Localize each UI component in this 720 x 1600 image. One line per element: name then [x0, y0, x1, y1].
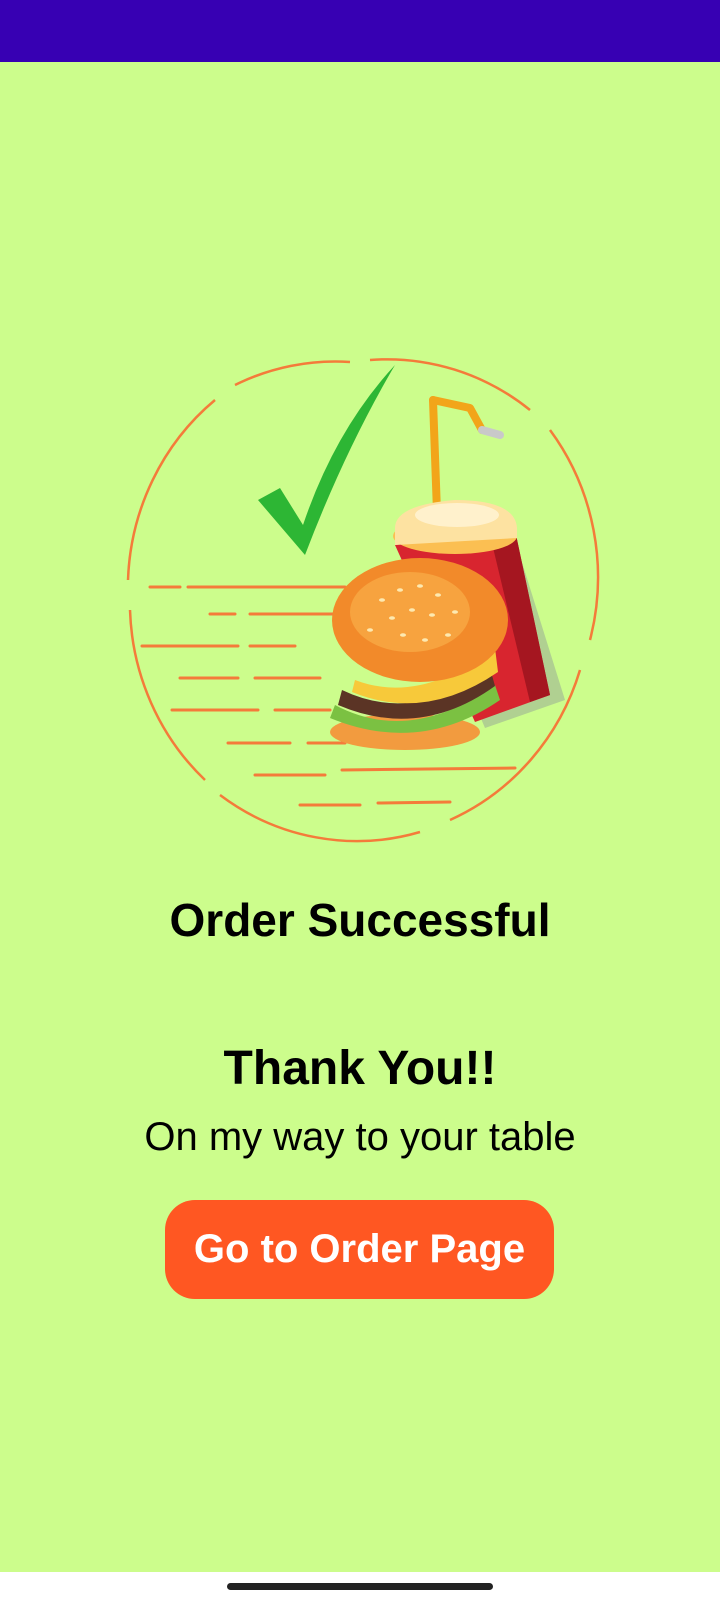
status-bar [0, 0, 720, 62]
check-mark-icon [258, 365, 395, 555]
order-success-title: Order Successful [169, 894, 551, 946]
home-indicator[interactable] [227, 1583, 493, 1590]
go-to-order-page-button[interactable]: Go to Order Page [165, 1200, 554, 1299]
navigation-bar [0, 1572, 720, 1600]
thank-you-heading: Thank You!! [223, 1042, 497, 1095]
status-message: On my way to your table [144, 1115, 576, 1159]
order-success-illustration [126, 358, 600, 843]
burger-icon [330, 558, 508, 750]
